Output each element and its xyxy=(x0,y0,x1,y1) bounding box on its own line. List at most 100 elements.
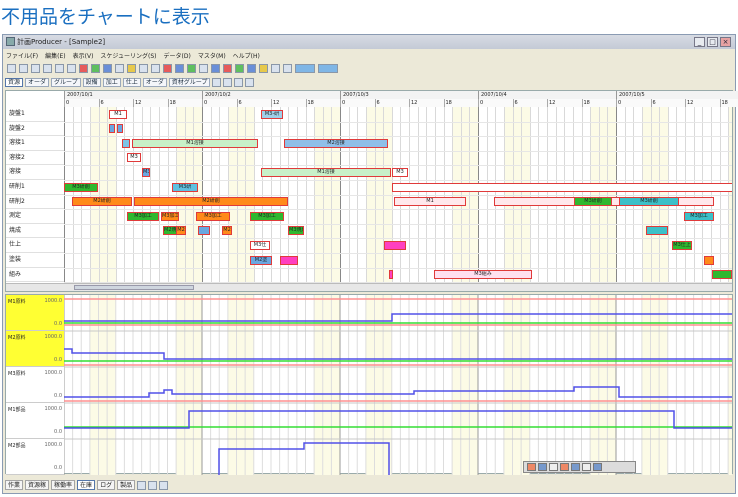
view-tab[interactable]: 資源 xyxy=(5,77,24,87)
task-bar[interactable] xyxy=(122,138,130,148)
task-bar[interactable]: M2 xyxy=(222,226,232,236)
task-bar[interactable] xyxy=(646,226,668,236)
menu-item[interactable]: 編集(E) xyxy=(45,51,65,60)
task-bar[interactable] xyxy=(109,124,115,134)
zoom-icon[interactable] xyxy=(571,463,580,471)
find-icon[interactable] xyxy=(103,64,112,73)
zoom-out-icon[interactable] xyxy=(151,64,160,73)
undo-icon[interactable] xyxy=(79,64,88,73)
task-bar[interactable]: M2研削 xyxy=(72,197,132,207)
save-icon[interactable] xyxy=(31,64,40,73)
new-icon[interactable] xyxy=(7,64,16,73)
view-tab[interactable]: 加工 xyxy=(102,77,121,87)
menu-item[interactable]: マスタ(M) xyxy=(198,51,226,60)
task-bar[interactable]: M3加工 xyxy=(127,211,159,221)
task-bar[interactable]: M3 xyxy=(392,167,408,177)
task-bar[interactable]: M2溶接 xyxy=(284,138,388,148)
bottom-tab[interactable]: 在庫 xyxy=(77,480,96,490)
task-bar[interactable] xyxy=(389,270,393,280)
view-option-icon[interactable] xyxy=(234,77,244,87)
task-bar[interactable]: M3組み xyxy=(434,270,532,280)
view-option-icon[interactable] xyxy=(212,77,222,87)
task-bar[interactable]: M3 xyxy=(142,167,150,177)
menu-item[interactable]: ヘルプ(H) xyxy=(233,51,260,60)
resource-icon[interactable] xyxy=(211,64,220,73)
view-tab[interactable]: 資材グループ xyxy=(168,77,211,87)
menu-item[interactable]: データ(D) xyxy=(164,51,191,60)
arrow-right-icon[interactable] xyxy=(283,64,292,73)
task-bar[interactable]: M3加工 xyxy=(196,211,230,221)
view-tab[interactable]: 仕上 xyxy=(122,77,141,87)
maximize-button[interactable]: □ xyxy=(707,37,718,47)
task-bar[interactable]: M2研削 xyxy=(134,197,288,207)
label-scrollbar[interactable] xyxy=(6,283,64,291)
task-bar[interactable] xyxy=(384,240,406,250)
open-icon[interactable] xyxy=(19,64,28,73)
task-bar[interactable] xyxy=(280,255,298,265)
settings-icon[interactable] xyxy=(582,463,591,471)
close-button[interactable]: × xyxy=(720,37,731,47)
arrow-left-icon[interactable] xyxy=(271,64,280,73)
undo-icon[interactable] xyxy=(538,463,547,471)
task-bar[interactable]: M3 xyxy=(127,153,141,163)
replace-icon[interactable] xyxy=(115,64,124,73)
bottom-tab[interactable]: 稼働率 xyxy=(51,480,76,490)
task-bar[interactable] xyxy=(712,270,732,280)
task-bar[interactable]: M2塗 xyxy=(250,255,272,265)
bottom-tab[interactable]: 資源稼 xyxy=(25,480,50,490)
bar-icon[interactable] xyxy=(295,64,315,73)
order-icon[interactable] xyxy=(223,64,232,73)
task-bar[interactable]: M3仕上 xyxy=(672,240,692,250)
chart-icon[interactable] xyxy=(163,64,172,73)
task-bar[interactable]: M3研削 xyxy=(619,197,679,207)
task-bar[interactable]: M3焼成 xyxy=(288,226,304,236)
task-bar[interactable]: M3加工 xyxy=(161,211,179,221)
task-bar[interactable]: M3研削 xyxy=(64,182,98,192)
task-bar[interactable]: M1溶接 xyxy=(261,167,391,177)
item-icon[interactable] xyxy=(235,64,244,73)
zoom-in-icon[interactable] xyxy=(139,64,148,73)
view-tab[interactable]: 設備 xyxy=(82,77,101,87)
view-tab[interactable]: オーダ xyxy=(25,77,50,87)
list-icon[interactable] xyxy=(593,463,602,471)
bottom-tab-icon[interactable] xyxy=(148,480,158,490)
scroll-thumb[interactable] xyxy=(74,285,194,290)
task-bar[interactable]: M3研 xyxy=(172,182,198,192)
bottom-tab[interactable]: 製品 xyxy=(117,480,136,490)
view-option-icon[interactable] xyxy=(245,77,255,87)
bottom-tab-icon[interactable] xyxy=(137,480,147,490)
link-icon[interactable] xyxy=(259,64,268,73)
cut-icon[interactable] xyxy=(43,64,52,73)
redo-icon[interactable] xyxy=(91,64,100,73)
view-option-icon[interactable] xyxy=(223,77,233,87)
task-bar[interactable]: M3研削 xyxy=(574,197,612,207)
process-icon[interactable] xyxy=(247,64,256,73)
task-bar[interactable]: M1 xyxy=(109,109,127,119)
bottom-tab[interactable]: ログ xyxy=(97,480,116,490)
chart-icon[interactable] xyxy=(560,463,569,471)
task-bar[interactable]: M1 xyxy=(394,197,466,207)
task-bar[interactable]: M2 xyxy=(176,226,186,236)
task-bar[interactable] xyxy=(117,124,123,134)
schedule-icon[interactable] xyxy=(187,64,196,73)
menu-item[interactable]: 表示(V) xyxy=(73,51,94,60)
menu-item[interactable]: スケジューリング(S) xyxy=(100,51,156,60)
bar2-icon[interactable] xyxy=(318,64,338,73)
task-bar[interactable]: M3加工 xyxy=(250,211,284,221)
bottom-tab-icon[interactable] xyxy=(159,480,169,490)
save-icon[interactable] xyxy=(527,463,536,471)
task-bar[interactable]: M3-研 xyxy=(261,109,283,119)
bottom-tab[interactable]: 作業 xyxy=(5,480,24,490)
calendar-icon[interactable] xyxy=(199,64,208,73)
task-bar[interactable] xyxy=(198,226,210,236)
paste-icon[interactable] xyxy=(67,64,76,73)
minimize-button[interactable]: _ xyxy=(694,37,705,47)
copy-icon[interactable] xyxy=(55,64,64,73)
task-bar[interactable] xyxy=(392,182,732,192)
filter-icon[interactable] xyxy=(127,64,136,73)
task-bar[interactable]: M3仕 xyxy=(250,240,270,250)
table-icon[interactable] xyxy=(175,64,184,73)
view-tab[interactable]: オーダ xyxy=(142,77,167,87)
horizontal-scrollbar[interactable] xyxy=(64,283,732,291)
task-bar[interactable]: M1溶接 xyxy=(132,138,258,148)
